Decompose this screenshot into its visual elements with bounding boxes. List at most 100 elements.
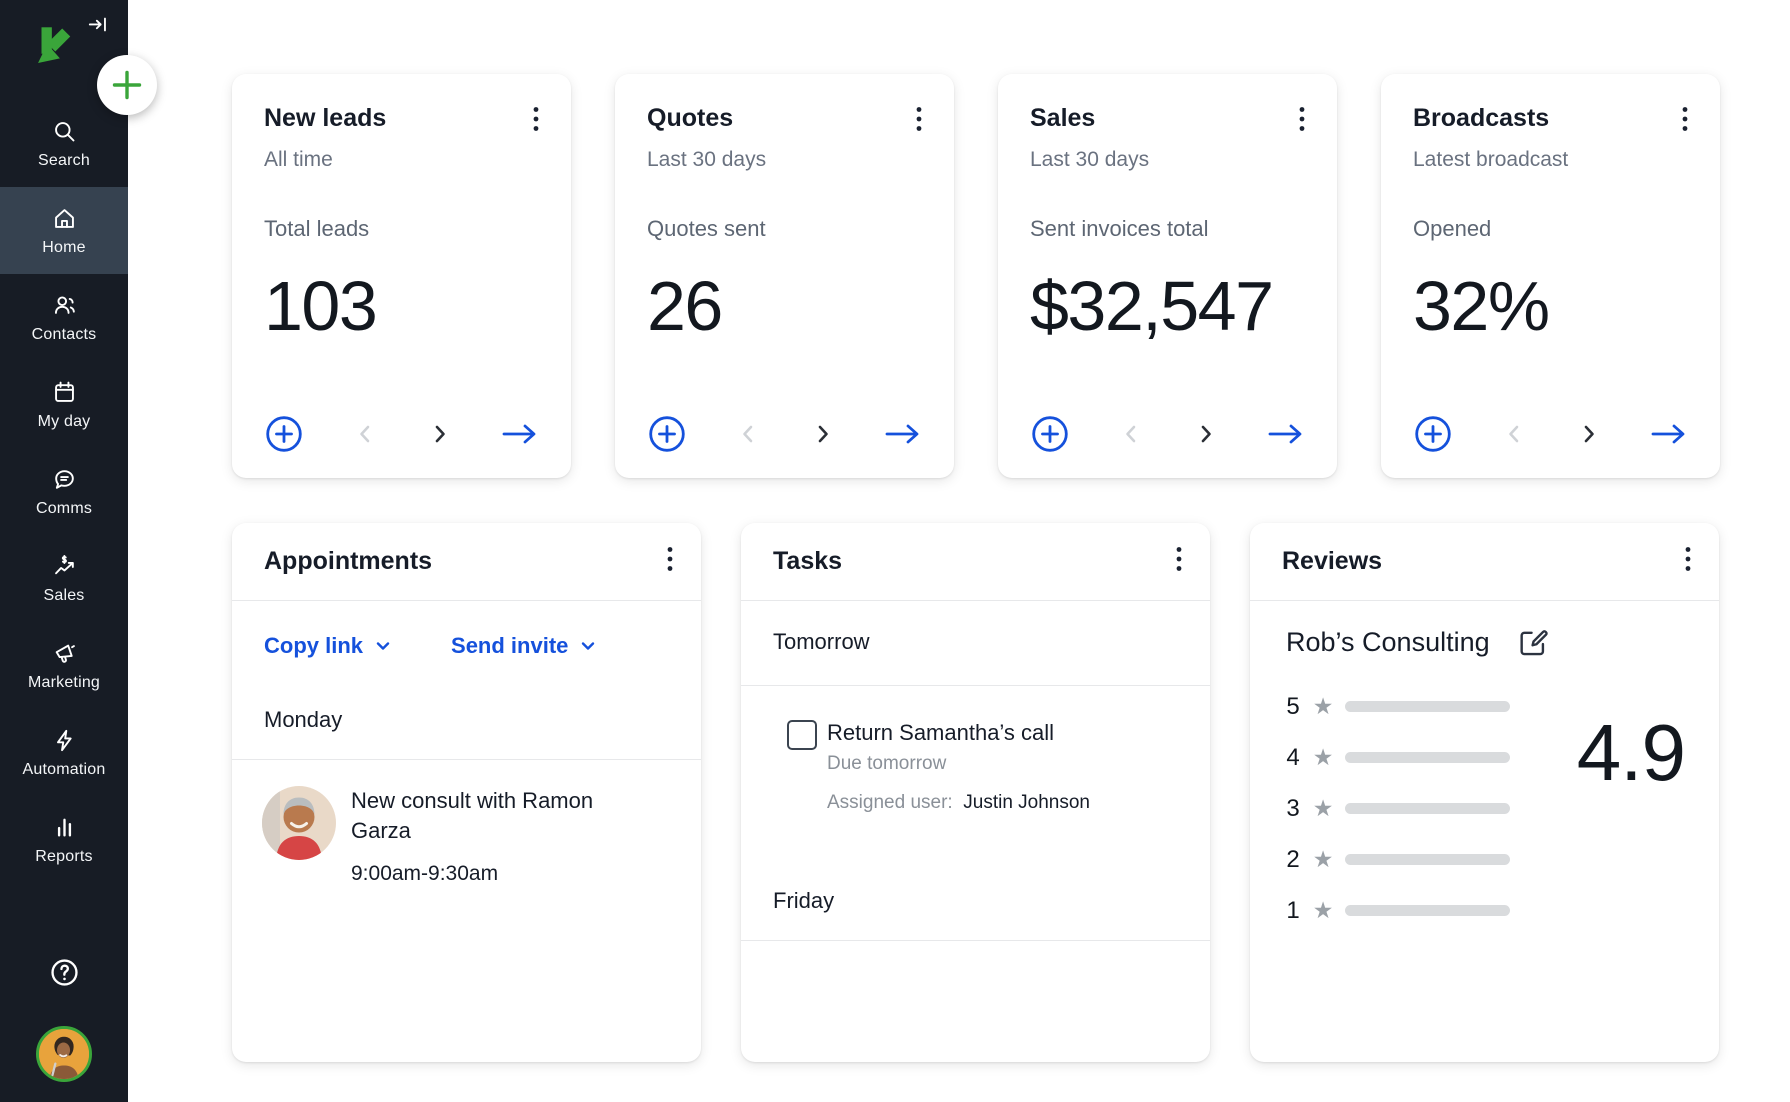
sidebar-item-label: Home bbox=[42, 238, 86, 256]
calendar-icon bbox=[54, 381, 74, 402]
kebab-menu-icon[interactable] bbox=[1676, 104, 1694, 139]
sidebar-item-comms[interactable]: Comms bbox=[0, 448, 128, 535]
sidebar-item-label: Automation bbox=[22, 760, 106, 778]
help-icon[interactable] bbox=[47, 955, 82, 990]
star-icon: ★ bbox=[1312, 693, 1334, 719]
metric-label: Sent invoices total bbox=[1030, 216, 1209, 241]
card-subtitle: Latest broadcast bbox=[1413, 148, 1569, 171]
arrow-right-icon bbox=[502, 424, 536, 444]
user-avatar[interactable] bbox=[36, 1026, 92, 1082]
prev-page-button[interactable] bbox=[735, 421, 761, 447]
chevron-left-icon bbox=[1126, 425, 1136, 443]
send-invite-label: Send invite bbox=[451, 633, 569, 658]
sidebar-item-label: My day bbox=[37, 412, 91, 430]
add-button[interactable] bbox=[97, 55, 157, 115]
sidebar-item-home[interactable]: Home bbox=[0, 187, 128, 274]
sidebar: Search Home Contacts My day Comms Sales … bbox=[0, 0, 128, 1102]
card-subtitle: All time bbox=[264, 148, 333, 171]
card-title: Broadcasts bbox=[1413, 104, 1550, 132]
card-quotes: Quotes Last 30 days Quotes sent 26 bbox=[615, 74, 954, 478]
rating-row: 1 ★ bbox=[1284, 885, 1719, 936]
prev-page-button[interactable] bbox=[1118, 421, 1144, 447]
circle-plus-icon bbox=[649, 416, 685, 452]
chat-icon bbox=[54, 469, 74, 489]
sidebar-nav: Search Home Contacts My day Comms Sales … bbox=[0, 100, 128, 883]
lightning-icon bbox=[56, 729, 72, 751]
go-to-report-button[interactable] bbox=[1267, 421, 1305, 447]
kebab-menu-icon[interactable] bbox=[1679, 544, 1697, 579]
home-icon bbox=[54, 208, 74, 228]
tasks-day-header: Tomorrow bbox=[773, 629, 870, 654]
add-record-button[interactable] bbox=[647, 414, 687, 454]
add-record-button[interactable] bbox=[1413, 414, 1453, 454]
rating-row-label: 2 bbox=[1286, 845, 1300, 873]
sidebar-item-sales[interactable]: Sales bbox=[0, 535, 128, 622]
task-item: Return Samantha’s call Due tomorrow Assi… bbox=[741, 686, 1210, 814]
rating-histogram: 5 ★ 4 ★ 3 ★ 2 ★ 1 ★ 4.9 bbox=[1250, 681, 1719, 936]
prev-page-button[interactable] bbox=[1501, 421, 1527, 447]
assigned-label: Assigned user: bbox=[827, 792, 953, 813]
plus-icon bbox=[112, 70, 142, 100]
chevron-left-icon bbox=[360, 425, 370, 443]
send-invite-dropdown[interactable]: Send invite bbox=[451, 633, 598, 659]
next-page-button[interactable] bbox=[1193, 421, 1219, 447]
kebab-menu-icon[interactable] bbox=[527, 104, 545, 139]
next-page-button[interactable] bbox=[427, 421, 453, 447]
next-page-button[interactable] bbox=[1576, 421, 1602, 447]
arrow-right-icon bbox=[1651, 424, 1685, 444]
circle-plus-icon bbox=[266, 416, 302, 452]
sidebar-item-search[interactable]: Search bbox=[0, 100, 128, 187]
rating-row-label: 5 bbox=[1286, 692, 1300, 720]
star-icon: ★ bbox=[1312, 744, 1334, 770]
card-broadcasts: Broadcasts Latest broadcast Opened 32% bbox=[1381, 74, 1720, 478]
rating-row-label: 3 bbox=[1286, 794, 1300, 822]
metric-label: Quotes sent bbox=[647, 216, 766, 241]
card-title: Appointments bbox=[264, 547, 433, 575]
card-title: Sales bbox=[1030, 104, 1096, 132]
sidebar-item-marketing[interactable]: Marketing bbox=[0, 622, 128, 709]
sidebar-item-automation[interactable]: Automation bbox=[0, 709, 128, 796]
card-title: Reviews bbox=[1282, 547, 1383, 575]
card-title: New leads bbox=[264, 104, 387, 132]
search-icon bbox=[54, 121, 74, 141]
sidebar-item-label: Sales bbox=[43, 586, 85, 604]
sidebar-item-contacts[interactable]: Contacts bbox=[0, 274, 128, 361]
task-title: Return Samantha’s call bbox=[827, 720, 1055, 745]
kebab-menu-icon[interactable] bbox=[910, 104, 928, 139]
sidebar-item-label: Comms bbox=[35, 499, 93, 517]
collapse-sidebar-icon[interactable] bbox=[86, 12, 112, 38]
sidebar-item-reports[interactable]: Reports bbox=[0, 796, 128, 883]
sidebar-item-my-day[interactable]: My day bbox=[0, 361, 128, 448]
edit-business-button[interactable] bbox=[1516, 625, 1550, 659]
kebab-menu-icon[interactable] bbox=[661, 544, 679, 579]
megaphone-icon bbox=[55, 644, 75, 663]
dashboard: New leads All time Total leads 103 Quote… bbox=[128, 0, 1790, 1102]
copy-link-dropdown[interactable]: Copy link bbox=[264, 633, 393, 659]
assigned-user-name: Justin Johnson bbox=[963, 792, 1090, 813]
star-icon: ★ bbox=[1312, 897, 1334, 923]
metrics-row: New leads All time Total leads 103 Quote… bbox=[232, 74, 1790, 478]
rating-bar bbox=[1345, 905, 1510, 916]
appointment-time: 9:00am-9:30am bbox=[351, 862, 499, 885]
go-to-report-button[interactable] bbox=[1650, 421, 1688, 447]
sales-trend-icon bbox=[54, 554, 74, 574]
arrow-right-icon bbox=[1268, 424, 1302, 444]
add-record-button[interactable] bbox=[1030, 414, 1070, 454]
widgets-row: Appointments Copy link Send invite Monda… bbox=[232, 523, 1790, 1062]
kebab-menu-icon[interactable] bbox=[1293, 104, 1311, 139]
add-record-button[interactable] bbox=[264, 414, 304, 454]
card-appointments: Appointments Copy link Send invite Monda… bbox=[232, 523, 701, 1062]
chevron-right-icon bbox=[1201, 425, 1211, 443]
divider bbox=[741, 940, 1210, 941]
appointment-item[interactable]: New consult with Ramon Garza 9:00am-9:30… bbox=[232, 760, 701, 886]
go-to-report-button[interactable] bbox=[884, 421, 922, 447]
arrow-right-icon bbox=[885, 424, 919, 444]
rating-bar bbox=[1345, 752, 1510, 763]
next-page-button[interactable] bbox=[810, 421, 836, 447]
kebab-menu-icon[interactable] bbox=[1170, 544, 1188, 579]
contacts-icon bbox=[54, 295, 75, 314]
task-checkbox[interactable] bbox=[787, 720, 817, 750]
card-reviews: Reviews Rob’s Consulting 5 ★ 4 ★ 3 ★ 2 ★… bbox=[1250, 523, 1719, 1062]
prev-page-button[interactable] bbox=[352, 421, 378, 447]
go-to-report-button[interactable] bbox=[501, 421, 539, 447]
